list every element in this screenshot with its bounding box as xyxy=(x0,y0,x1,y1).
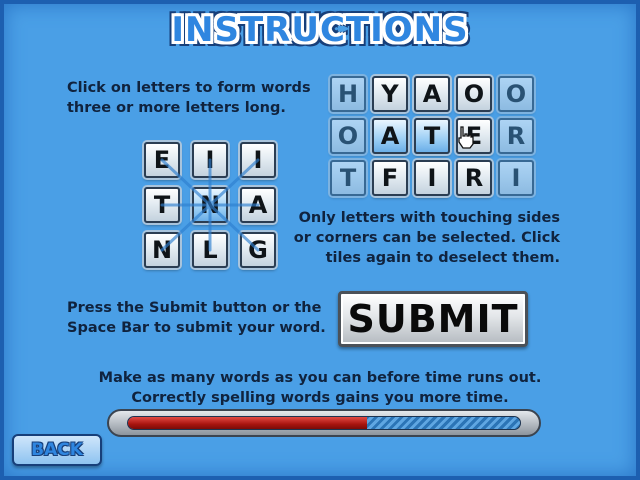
letter-tile: A xyxy=(414,76,450,112)
letter-tile: O xyxy=(498,76,534,112)
letter-tile: H xyxy=(330,76,366,112)
instructions-screen: INSTRUCTIONS Click on letters to form wo… xyxy=(0,0,640,480)
letter-tile: L xyxy=(192,232,228,268)
example-grid-adjacency: EIITNANLG xyxy=(144,142,276,268)
instruction-line: Press the Submit button or the xyxy=(67,300,322,316)
instruction-line: Make as many words as you can before tim… xyxy=(98,370,542,386)
letter-tile: I xyxy=(498,160,534,196)
timer-track xyxy=(127,416,521,430)
letter-tile: R xyxy=(456,160,492,196)
instruction-form-words: Click on letters to form words three or … xyxy=(67,78,311,118)
instruction-submit: Press the Submit button or the Space Bar… xyxy=(67,298,326,338)
instruction-line: three or more letters long. xyxy=(67,100,286,116)
page-title: INSTRUCTIONS xyxy=(171,10,469,50)
letter-tile: N xyxy=(192,187,228,223)
instruction-line: or corners can be selected. Click xyxy=(293,230,560,246)
letter-tile: T xyxy=(330,160,366,196)
letter-tile: E xyxy=(144,142,180,178)
letter-tile: I xyxy=(240,142,276,178)
letter-tile: N xyxy=(144,232,180,268)
submit-button-example: SUBMIT xyxy=(338,291,528,347)
instruction-line: Only letters with touching sides xyxy=(298,210,560,226)
letter-tile: F xyxy=(372,160,408,196)
back-button[interactable]: BACK xyxy=(12,434,102,466)
letter-tile: T xyxy=(144,187,180,223)
timer-bar xyxy=(107,409,541,437)
instruction-time: Make as many words as you can before tim… xyxy=(0,368,640,408)
timer-fill xyxy=(128,417,368,429)
letter-tile: I xyxy=(192,142,228,178)
example-grid-selection: HYAOOOATERTFIRI xyxy=(330,76,534,196)
hand-pointer-icon xyxy=(458,126,474,149)
instruction-line: Correctly spelling words gains you more … xyxy=(131,390,509,406)
letter-tile: O xyxy=(330,118,366,154)
letter-tile: Y xyxy=(372,76,408,112)
letter-tile: I xyxy=(414,160,450,196)
instruction-line: Space Bar to submit your word. xyxy=(67,320,326,336)
letter-tile: A xyxy=(372,118,408,154)
instruction-adjacency: Only letters with touching sides or corn… xyxy=(270,208,560,268)
letter-tile: O xyxy=(456,76,492,112)
instruction-line: tiles again to deselect them. xyxy=(325,250,560,266)
letter-tile: R xyxy=(498,118,534,154)
letter-tile: T xyxy=(414,118,450,154)
instruction-line: Click on letters to form words xyxy=(67,80,311,96)
